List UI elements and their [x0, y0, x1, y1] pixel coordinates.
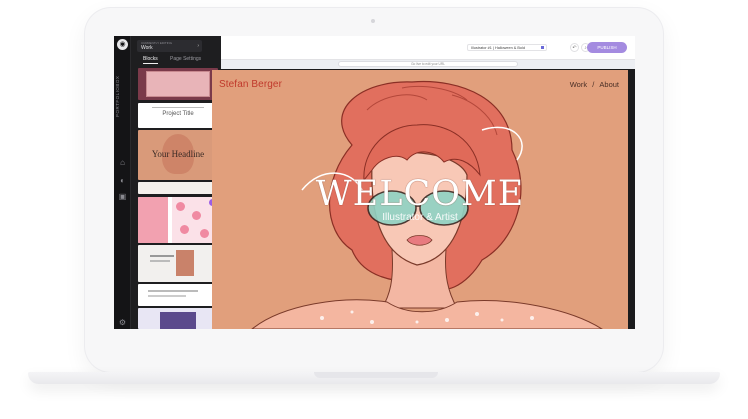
thumbnail-image	[160, 312, 196, 329]
block-thumbnail-text-strip[interactable]	[138, 182, 218, 194]
editor-screen: ◉ PORTFOLIOBOX ⌂ ◐ ▣ ⚙ CURRENTLY EDITING…	[114, 36, 635, 329]
thumbnail-pink-panel	[138, 197, 168, 243]
thumbnail-portrait	[176, 250, 194, 276]
undo-icon[interactable]: ↶	[570, 43, 579, 52]
home-icon[interactable]: ⌂	[118, 158, 127, 167]
pattern-dot	[180, 225, 189, 234]
thumbnail-label: Project Title	[162, 111, 194, 117]
page-dropdown[interactable]: CURRENTLY EDITING Work ›	[137, 40, 202, 52]
laptop-mockup: ◉ PORTFOLIOBOX ⌂ ◐ ▣ ⚙ CURRENTLY EDITING…	[0, 0, 748, 419]
page-dropdown-value: Work	[141, 45, 153, 51]
site-brand[interactable]: Stefan Berger	[219, 79, 282, 90]
publish-button[interactable]: PUBLISH	[587, 42, 627, 53]
tab-page-settings[interactable]: Page Settings	[170, 56, 201, 62]
hero-subtitle: Illustrator & Artist	[382, 212, 458, 223]
site-nav: Work / About	[570, 80, 619, 89]
pattern-dot	[176, 202, 185, 211]
pages-icon[interactable]: ▣	[118, 192, 127, 201]
nav-link-work[interactable]: Work	[570, 80, 587, 89]
pattern-dot	[192, 211, 201, 220]
block-thumbnail-text-portrait[interactable]	[138, 245, 218, 282]
hero-title: WELCOME	[315, 174, 525, 214]
url-bar[interactable]: Go live to edit your URL	[338, 61, 518, 67]
pattern-dot	[200, 229, 209, 238]
website-preview: Stefan Berger Work / About WELCOME Illus…	[212, 70, 628, 329]
url-strip: Go live to edit your URL	[221, 60, 635, 69]
divider	[152, 107, 204, 108]
nav-link-about[interactable]: About	[599, 80, 619, 89]
page-template-value: Illustrator #1 | Halloween & Bold	[471, 46, 525, 50]
block-thumbnail-cover[interactable]	[138, 68, 218, 100]
palette-icon[interactable]: ◐	[118, 176, 127, 185]
tab-blocks[interactable]: Blocks	[143, 56, 158, 64]
text-line	[150, 255, 174, 257]
blocks-panel: CURRENTLY EDITING Work › Blocks Page Set…	[131, 36, 221, 329]
text-line	[148, 290, 198, 292]
select-icon	[541, 46, 544, 49]
text-line	[150, 260, 170, 262]
panel-tabs: Blocks Page Settings	[137, 56, 217, 65]
page-template-select[interactable]: Illustrator #1 | Halloween & Bold	[467, 44, 547, 51]
brand-vertical: PORTFOLIOBOX	[115, 75, 120, 117]
cover-illustration-image	[146, 71, 210, 97]
settings-icon[interactable]: ⚙	[118, 318, 127, 327]
block-thumbnail-purple-image[interactable]	[138, 308, 218, 329]
logo-icon[interactable]: ◉	[117, 39, 128, 50]
text-line	[148, 295, 186, 297]
laptop-notch	[314, 372, 438, 378]
block-thumbnail-pink-grid[interactable]	[138, 197, 218, 243]
chevron-down-icon: ›	[197, 43, 199, 49]
left-rail: ◉ PORTFOLIOBOX ⌂ ◐ ▣ ⚙	[114, 36, 131, 329]
block-thumbnail-text[interactable]	[138, 284, 218, 306]
block-thumbnail-headline[interactable]: Your Headline	[138, 130, 218, 180]
editor-topbar: Illustrator #1 | Halloween & Bold ↶ ♪ PU…	[221, 36, 635, 60]
block-thumbnail-project-title[interactable]: Project Title	[138, 103, 218, 128]
thumbnail-label: Your Headline	[151, 149, 205, 159]
camera-dot	[371, 19, 375, 23]
nav-separator: /	[592, 80, 595, 89]
